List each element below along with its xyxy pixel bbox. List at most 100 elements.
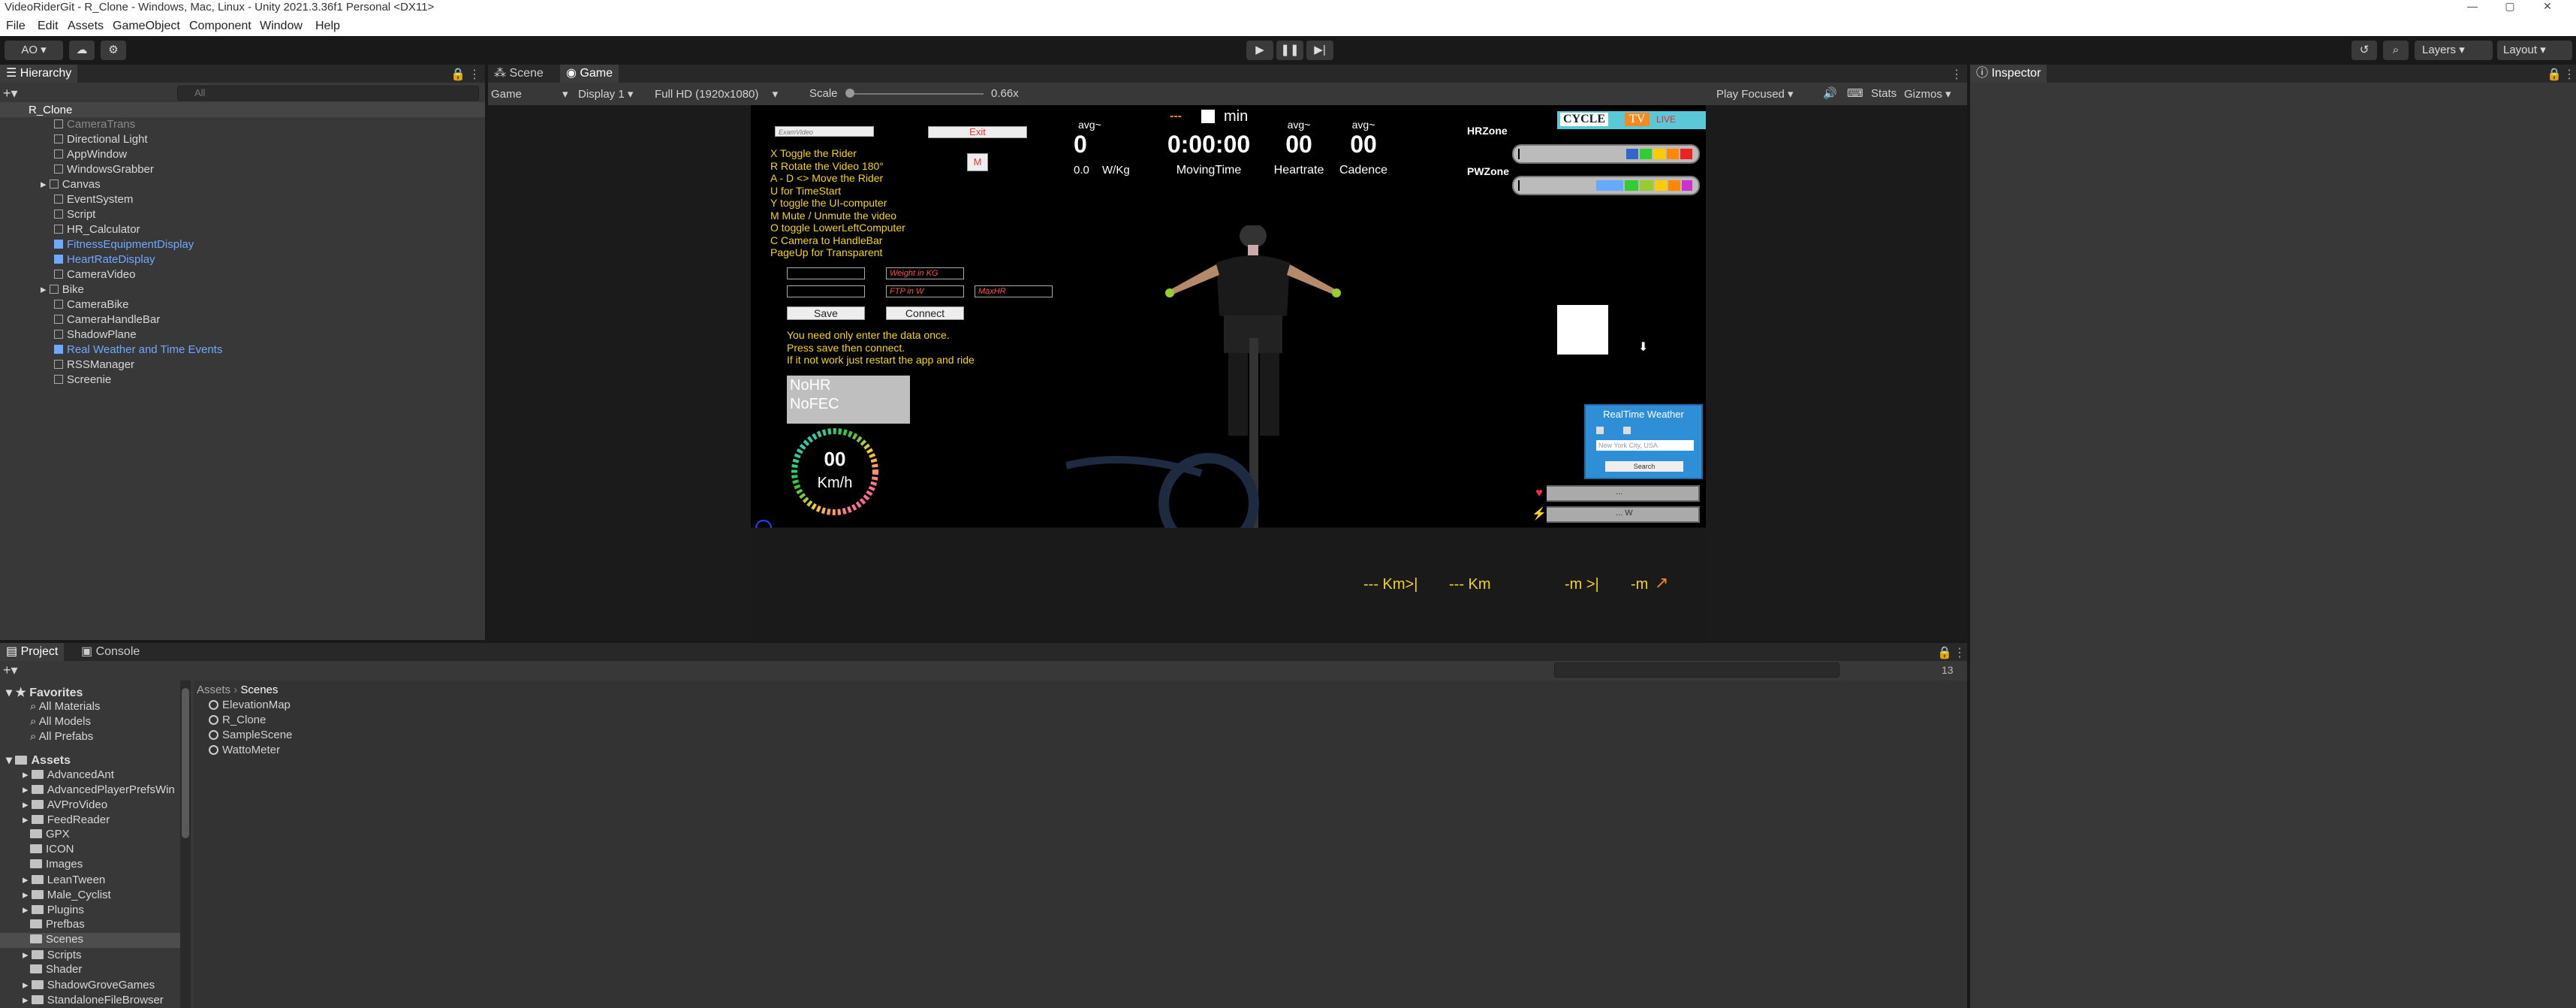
menu-file[interactable]: File <box>6 20 26 33</box>
weather-checkbox[interactable] <box>1623 427 1631 434</box>
globe-icon[interactable] <box>755 520 772 528</box>
hierarchy-item[interactable]: FitnessEquipmentDisplay <box>54 237 535 252</box>
favorite-item[interactable]: ⌕ All Materials <box>30 700 100 715</box>
pause-button[interactable]: ❚❚ <box>1276 41 1303 60</box>
game-view[interactable]: ExamVideo Exit M X Toggle the Rider R Ro… <box>751 105 1706 528</box>
exit-button[interactable]: Exit <box>928 126 1027 138</box>
tab-console[interactable]: ▣ Console <box>75 643 146 661</box>
layers-dropdown[interactable]: Layers ▾ <box>2415 41 2493 60</box>
folder-item[interactable]: Images <box>30 858 83 873</box>
cloud-icon[interactable]: ☁ <box>69 41 95 60</box>
display-dropdown[interactable]: Display 1 ▾ <box>578 87 633 101</box>
hierarchy-item[interactable]: Real Weather and Time Events <box>54 343 535 358</box>
favorites-header[interactable]: ▾ ★ Favorites <box>6 685 83 700</box>
name-input[interactable] <box>787 267 865 279</box>
play-focused-dropdown[interactable]: Play Focused ▾ <box>1716 87 1794 101</box>
step-button[interactable]: ▶| <box>1306 41 1333 60</box>
game-mode-dropdown[interactable]: Game ▾ <box>491 87 574 101</box>
hierarchy-item[interactable]: WindowsGrabber <box>54 162 535 177</box>
weather-city-input[interactable]: New York City, USA <box>1596 440 1694 451</box>
collab-icon[interactable]: ⚙ <box>101 41 126 60</box>
folder-item[interactable]: ▸ AdvancedPlayerPrefsWin <box>23 783 175 798</box>
folder-item[interactable]: ▸ Plugins <box>23 903 84 918</box>
history-icon[interactable]: ↺ <box>2352 41 2377 60</box>
kebab-icon[interactable]: ⋮ <box>1954 645 1966 660</box>
hierarchy-item[interactable]: CameraVideo <box>54 267 535 282</box>
keyboard-icon[interactable]: ⌨ <box>1847 86 1863 100</box>
folder-item[interactable]: ▸ FeedReader <box>23 813 110 828</box>
asset-item[interactable]: R_Clone <box>209 714 266 726</box>
folder-item[interactable]: ICON <box>30 843 74 858</box>
weather-search-button[interactable]: Search <box>1605 461 1683 472</box>
menu-edit[interactable]: Edit <box>38 20 59 33</box>
maximize-button[interactable]: ▢ <box>2493 0 2527 15</box>
lock-icon[interactable]: 🔒 <box>1937 645 1952 660</box>
scale-slider-thumb[interactable] <box>845 89 854 98</box>
folder-item[interactable]: ▸ LeanTween <box>23 873 105 888</box>
minimize-button[interactable]: — <box>2455 0 2490 15</box>
hierarchy-item[interactable]: HeartRateDisplay <box>54 252 535 267</box>
asset-item[interactable]: SampleScene <box>209 729 292 741</box>
play-button[interactable]: ▶ <box>1246 41 1273 60</box>
asset-item[interactable]: ElevationMap <box>209 699 291 711</box>
weather-checkbox[interactable] <box>1596 427 1604 434</box>
menu-gameobject[interactable]: GameObject <box>113 20 180 33</box>
save-button[interactable]: Save <box>787 306 865 320</box>
folder-item[interactable]: Prefbas <box>30 918 85 933</box>
tab-hierarchy[interactable]: ☰ Hierarchy <box>0 65 78 83</box>
favorite-item[interactable]: ⌕ All Prefabs <box>30 730 93 745</box>
secondary-input[interactable] <box>787 285 865 297</box>
folder-item[interactable]: ▸ AdvancedAnt <box>23 768 114 783</box>
hierarchy-item[interactable]: ▸ Canvas <box>41 177 521 192</box>
lock-icon[interactable]: 🔒 <box>2547 67 2562 82</box>
add-asset-icon[interactable]: +▾ <box>3 662 18 678</box>
menu-help[interactable]: Help <box>315 20 340 33</box>
scene-root-row[interactable]: R_Clone <box>0 102 485 117</box>
hierarchy-item[interactable]: RSSManager <box>54 358 535 373</box>
breadcrumb-scenes[interactable]: Scenes <box>240 684 278 696</box>
audio-icon[interactable]: 🔊 <box>1823 86 1837 100</box>
hierarchy-item[interactable]: CameraHandleBar <box>54 312 535 327</box>
close-button[interactable]: ✕ <box>2530 0 2565 15</box>
maxhr-input[interactable]: MaxHR <box>975 285 1053 297</box>
layout-dropdown[interactable]: Layout ▾ <box>2497 41 2572 60</box>
folder-item[interactable]: Shader <box>30 963 82 978</box>
hierarchy-item[interactable]: ShadowPlane <box>54 327 535 343</box>
hierarchy-item[interactable]: CameraBike <box>54 297 535 312</box>
add-icon[interactable]: +▾ <box>3 86 18 101</box>
tab-project[interactable]: ▤ Project <box>0 643 65 661</box>
project-search-input[interactable] <box>1554 662 1839 678</box>
folder-item[interactable]: GPX <box>30 828 70 843</box>
kebab-icon[interactable]: ⋮ <box>2563 67 2575 82</box>
tab-inspector[interactable]: ⓘ Inspector <box>1970 65 2047 83</box>
folder-item[interactable]: ▸ Male_Cyclist <box>23 888 111 903</box>
search-icon[interactable]: ⌕ <box>2383 41 2409 60</box>
stats-button[interactable]: Stats <box>1871 87 1897 100</box>
gizmos-dropdown[interactable]: Gizmos ▾ <box>1904 87 1951 101</box>
hierarchy-item[interactable]: Directional Light <box>54 132 535 147</box>
video-name-field[interactable]: ExamVideo <box>775 126 874 137</box>
folder-item[interactable]: ▸ AVProVideo <box>23 798 107 813</box>
favorite-item[interactable]: ⌕ All Models <box>30 715 91 730</box>
hierarchy-item[interactable]: CameraTrans <box>54 117 535 132</box>
hierarchy-search-input[interactable]: All <box>177 86 479 101</box>
tab-game[interactable]: ◉ Game <box>560 65 619 83</box>
hierarchy-item[interactable]: EventSystem <box>54 192 535 207</box>
tree-scrollbar[interactable] <box>180 681 191 1008</box>
folder-item[interactable]: ▸ Scripts <box>23 948 82 963</box>
connect-button[interactable]: Connect <box>886 306 964 320</box>
hierarchy-item[interactable]: ▸ Bike <box>41 282 521 297</box>
kebab-icon[interactable]: ⋮ <box>469 67 481 82</box>
hierarchy-item[interactable]: AppWindow <box>54 147 535 162</box>
assets-header[interactable]: ▾ Assets <box>6 753 71 768</box>
folder-item[interactable]: ▸ StandaloneFileBrowser <box>23 993 164 1008</box>
menu-component[interactable]: Component <box>189 20 252 33</box>
selected-folder-row[interactable] <box>0 933 180 948</box>
weight-input[interactable]: Weight in KG <box>886 267 964 279</box>
ftp-input[interactable]: FTP in W <box>886 285 964 297</box>
folder-item[interactable]: ▸ ShadowGroveGames <box>23 978 155 993</box>
resolution-dropdown[interactable]: Full HD (1920x1080) ▾ <box>655 87 797 101</box>
folder-item[interactable]: Scenes <box>30 933 83 948</box>
lock-icon[interactable]: 🔒 <box>450 67 465 82</box>
tab-scene[interactable]: ⁂ Scene <box>488 65 550 83</box>
